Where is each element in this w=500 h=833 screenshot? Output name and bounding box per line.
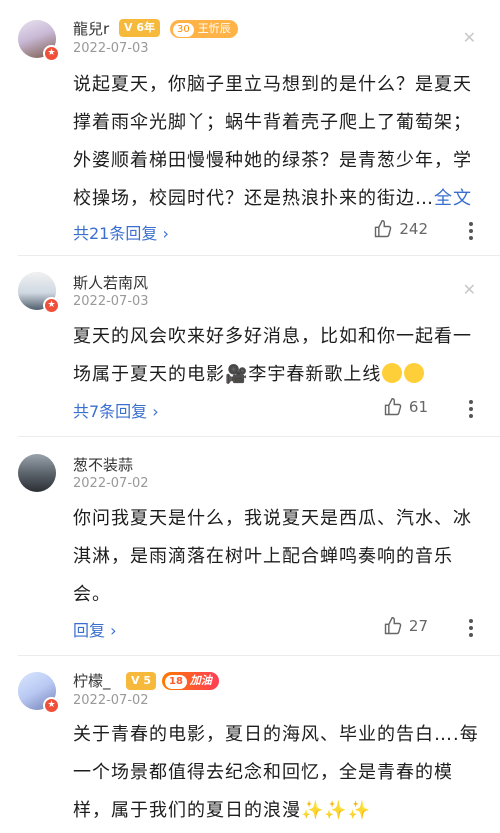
like-button[interactable]: 242 [373,219,428,239]
comment-item: ★ 柠檬_ V 5 18 加油 2022-07-02 关于青春的电影，夏日的海风、… [0,668,500,833]
comment-date: 2022-07-03 [73,294,149,309]
avatar[interactable] [18,454,58,494]
vip-badge-icon: ★ [43,297,60,314]
reply-link[interactable]: 回复 › [73,617,117,641]
close-icon[interactable]: ✕ [463,28,476,47]
username[interactable]: 葱不装蒜 [73,454,133,475]
chevron-right-icon: › [162,224,169,243]
smile-emoji-icon [382,363,403,383]
comment-date: 2022-07-03 [73,41,149,56]
thumb-up-icon [384,397,402,416]
comment-item: ★ 斯人若南风 2022-07-03 ✕ 夏天的风会吹来好多好消息，比如和你一起… [0,270,500,430]
view-replies-link[interactable]: 共21条回复 › [73,220,169,244]
more-vertical-icon[interactable] [468,222,474,240]
comment-text: 关于青春的电影，夏日的海风、毕业的告白….每一个场景都值得去纪念和回忆，全是青春… [73,724,479,821]
expand-full-text-link[interactable]: 全文 [434,188,472,209]
avatar[interactable]: ★ [18,272,60,314]
username[interactable]: 斯人若南风 [73,272,148,293]
sparkle-emoji-icon: ✨✨✨ [301,800,372,821]
chevron-right-icon: › [152,402,159,421]
smile-emoji-icon [404,363,425,383]
level-badge: V 5 [126,672,156,690]
like-button[interactable]: 61 [383,397,428,417]
thumb-up-icon [384,616,402,635]
thumb-up-icon [375,219,392,238]
more-vertical-icon[interactable] [468,619,474,637]
comment-item: 葱不装蒜 2022-07-02 你问我夏天是什么，我说夏天是西瓜、汽水、冰淇淋，… [0,452,500,652]
comment-text: 你问我夏天是什么，我说夏天是西瓜、汽水、冰淇淋，是雨滴落在树叶上配合蝉鸣奏响的音… [73,508,472,605]
vip-badge-icon: ★ [43,697,60,714]
comment-text: 夏天的风会吹来好多好消息，比如和你一起看一场属于夏天的电影🎥李宇春新歌上线 [73,326,472,385]
divider [18,436,500,437]
vip-badge-icon: ★ [43,45,60,62]
like-button[interactable]: 27 [383,616,428,636]
fan-badge: 18 加油 [162,672,219,690]
view-replies-link[interactable]: 共7条回复 › [73,398,159,422]
username[interactable]: 柠檬_ [73,670,111,691]
close-icon[interactable]: ✕ [463,280,476,299]
divider [18,655,500,656]
more-vertical-icon[interactable] [468,400,474,418]
avatar[interactable]: ★ [18,20,60,62]
comment-date: 2022-07-02 [73,693,149,708]
username[interactable]: 龍兒r [73,18,109,39]
comment-item: ★ 龍兒r V 6年 30 王忻辰 2022-07-03 ✕ 说起夏天，你脑子里立… [0,14,500,254]
divider [18,255,500,256]
fan-badge: 30 王忻辰 [170,20,238,38]
comment-date: 2022-07-02 [73,476,149,491]
chevron-right-icon: › [110,621,117,640]
avatar[interactable]: ★ [18,672,60,714]
comment-text: 说起夏天，你脑子里立马想到的是什么？是夏天撑着雨伞光脚丫；蜗牛背着壳子爬上了葡萄… [73,74,472,209]
level-badge: V 6年 [119,19,160,37]
